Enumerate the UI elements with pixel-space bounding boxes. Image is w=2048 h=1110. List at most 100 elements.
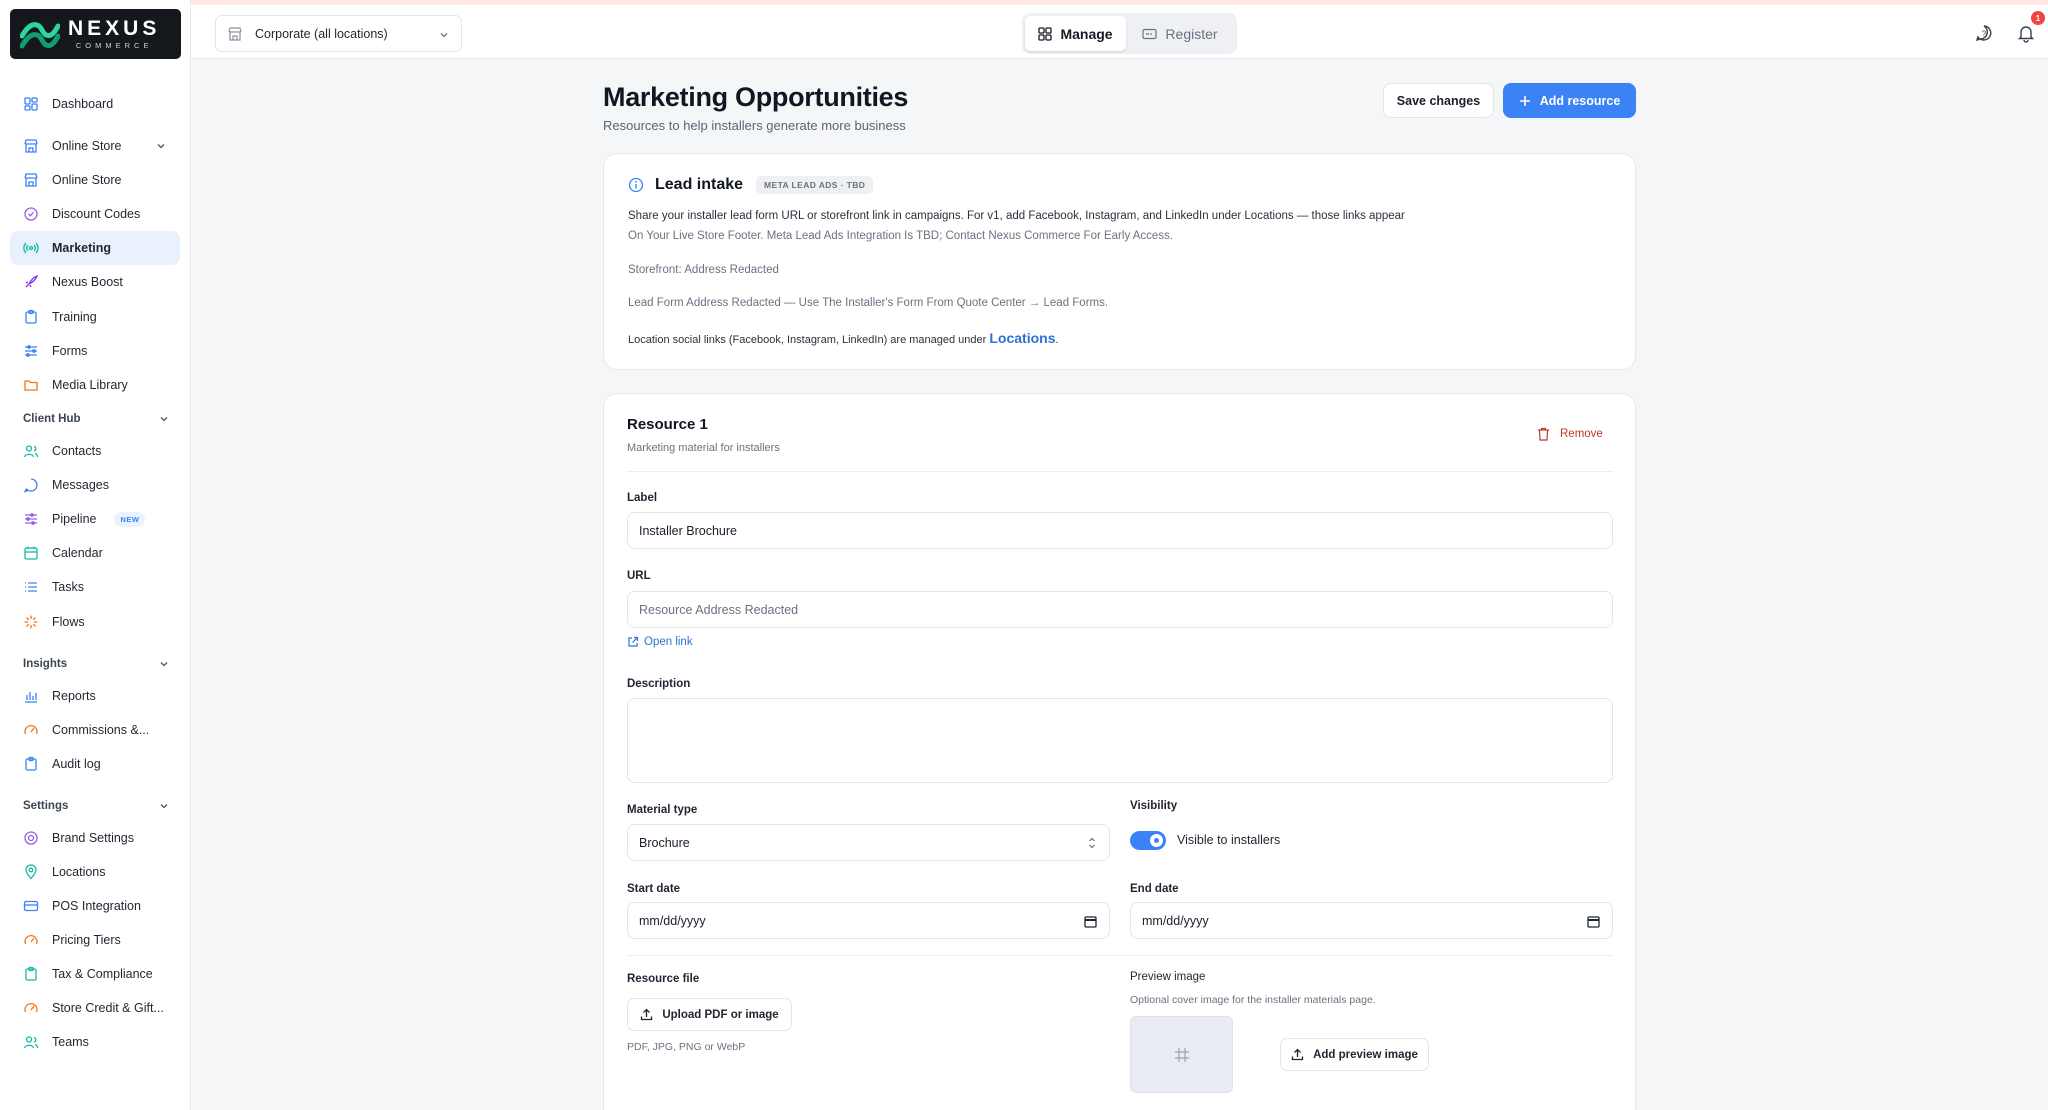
clipboard-icon [23, 756, 39, 772]
sidebar-section-insights[interactable]: Insights [23, 654, 169, 674]
mode-switch: Manage Register [1022, 13, 1237, 54]
sidebar-item-dashboard[interactable]: Dashboard [10, 87, 180, 121]
sidebar-item-label: Flows [52, 615, 85, 629]
sidebar-item-label: Brand Settings [52, 831, 134, 845]
sidebar-section-settings[interactable]: Settings [23, 796, 169, 816]
sidebar-item-media-library[interactable]: Media Library [10, 368, 180, 402]
sidebar-item-label: Training [52, 310, 97, 324]
sidebar-item-tax-compliance[interactable]: Tax & Compliance [10, 957, 180, 991]
url-input[interactable]: Resource Address Redacted [627, 591, 1613, 628]
sidebar-item-audit-log[interactable]: Audit log [10, 747, 180, 781]
section-divider [627, 955, 1613, 956]
start-date-input[interactable]: mm/dd/yyyy [627, 902, 1110, 939]
end-date-input[interactable]: mm/dd/yyyy [1130, 902, 1613, 939]
start-date-label: Start date [627, 883, 681, 895]
grid-icon [1038, 26, 1053, 41]
sidebar-item-label: Locations [52, 865, 106, 879]
chevron-down-icon[interactable] [159, 414, 169, 424]
sidebar-item-tasks[interactable]: Tasks [10, 570, 180, 604]
sidebar: NEXUS COMMERCE Dashboard Online Store On… [0, 0, 191, 1110]
sidebar-item-flows[interactable]: Flows [10, 605, 180, 639]
add-resource-label: Add resource [1539, 93, 1621, 108]
svg-text:?: ? [1982, 30, 1987, 39]
pipeline-icon [23, 511, 39, 527]
palette-icon [23, 830, 39, 846]
sidebar-item-teams[interactable]: Teams [10, 1025, 180, 1059]
add-preview-image-label: Add preview image [1313, 1048, 1418, 1061]
sidebar-item-discount-codes[interactable]: Discount Codes [10, 197, 180, 231]
new-badge: NEW [114, 511, 146, 527]
sidebar-item-label: Marketing [52, 241, 112, 255]
sidebar-item-contacts[interactable]: Contacts [10, 434, 180, 468]
brand-logo[interactable]: NEXUS COMMERCE [10, 9, 181, 59]
add-resource-button[interactable]: Add resource [1503, 83, 1636, 118]
sidebar-item-label: Online Store [52, 173, 122, 187]
sidebar-item-label: Messages [52, 478, 109, 492]
calendar-icon[interactable] [1084, 915, 1097, 928]
sidebar-item-forms[interactable]: Forms [10, 334, 180, 368]
location-selector[interactable]: Corporate (all locations) [215, 15, 462, 52]
add-preview-image-button[interactable]: Add preview image [1280, 1038, 1429, 1071]
store-icon [23, 138, 39, 154]
sidebar-item-store-credit-gift[interactable]: Store Credit & Gift... [10, 991, 180, 1025]
label-input[interactable]: Installer Brochure [627, 512, 1613, 549]
page-subtitle: Resources to help installers generate mo… [603, 118, 906, 133]
remove-resource-button[interactable]: Remove [1537, 427, 1603, 441]
calendar-icon[interactable] [1587, 915, 1600, 928]
top-header: Corporate (all locations) Manage Registe… [191, 5, 2048, 59]
file-types-hint: PDF, JPG, PNG or WebP [627, 1041, 746, 1053]
description-field-label: Description [627, 678, 691, 690]
locations-link[interactable]: Locations [989, 330, 1055, 346]
discount-icon [23, 206, 39, 222]
plus-icon [1519, 95, 1530, 106]
preview-image-placeholder[interactable] [1130, 1016, 1233, 1093]
tab-manage[interactable]: Manage [1025, 16, 1126, 51]
sidebar-item-pricing-tiers[interactable]: Pricing Tiers [10, 923, 180, 957]
bell-icon[interactable] [2016, 23, 2036, 43]
sidebar-section-title: Insights [23, 658, 68, 670]
lead-intake-card: Lead intake META LEAD ADS · TBD Share yo… [603, 153, 1636, 370]
sidebar-item-brand-settings[interactable]: Brand Settings [10, 821, 180, 855]
visibility-value: Visible to installers [1177, 833, 1281, 847]
sidebar-item-online-store[interactable]: Online Store [10, 129, 180, 163]
sidebar-item-nexus-boost[interactable]: Nexus Boost [10, 265, 180, 299]
sidebar-section-client-hub[interactable]: Client Hub [23, 409, 169, 429]
tab-register[interactable]: Register [1126, 16, 1234, 51]
users-icon [23, 1034, 39, 1050]
external-link-icon [628, 636, 639, 647]
remove-label: Remove [1560, 428, 1603, 440]
sidebar-item-locations[interactable]: Locations [10, 855, 180, 889]
sidebar-item-commissions[interactable]: Commissions &... [10, 713, 180, 747]
sidebar-item-calendar[interactable]: Calendar [10, 536, 180, 570]
sidebar-item-messages[interactable]: Messages [10, 468, 180, 502]
sidebar-item-label: Forms [52, 344, 88, 358]
calendar-icon [23, 545, 39, 561]
sidebar-item-label: Store Credit & Gift... [52, 1001, 164, 1015]
sidebar-item-label: Contacts [52, 444, 102, 458]
chevron-down-icon[interactable] [156, 141, 166, 151]
sidebar-item-training[interactable]: Training [10, 300, 180, 334]
support-chat-icon[interactable]: ? [1974, 23, 1994, 43]
info-icon [628, 177, 644, 193]
dashboard-icon [23, 96, 39, 112]
location-selector-label: Corporate (all locations) [255, 26, 388, 41]
sidebar-item-online-store[interactable]: Online Store [10, 163, 180, 197]
description-textarea[interactable] [627, 698, 1613, 783]
upload-file-button[interactable]: Upload PDF or image [627, 998, 792, 1031]
resource-subtitle: Marketing material for installers [627, 442, 780, 454]
visibility-toggle[interactable] [1130, 831, 1166, 850]
sidebar-item-label: Online Store [52, 139, 122, 153]
save-changes-button[interactable]: Save changes [1383, 83, 1494, 118]
sidebar-item-pos-integration[interactable]: POS Integration [10, 889, 180, 923]
open-link[interactable]: Open link [627, 636, 693, 648]
material-type-select[interactable]: Brochure [627, 824, 1110, 861]
sidebar-item-label: Tasks [52, 580, 84, 594]
chevron-down-icon[interactable] [159, 801, 169, 811]
chevron-down-icon[interactable] [159, 659, 169, 669]
social-links-note: Location social links (Facebook, Instagr… [628, 330, 1059, 346]
sidebar-item-marketing[interactable]: Marketing [10, 231, 180, 265]
sidebar-item-pipeline[interactable]: Pipeline NEW [10, 502, 180, 536]
sidebar-item-label: Tax & Compliance [52, 967, 153, 981]
lead-intake-title: Lead intake [655, 176, 744, 193]
sidebar-item-reports[interactable]: Reports [10, 679, 180, 713]
